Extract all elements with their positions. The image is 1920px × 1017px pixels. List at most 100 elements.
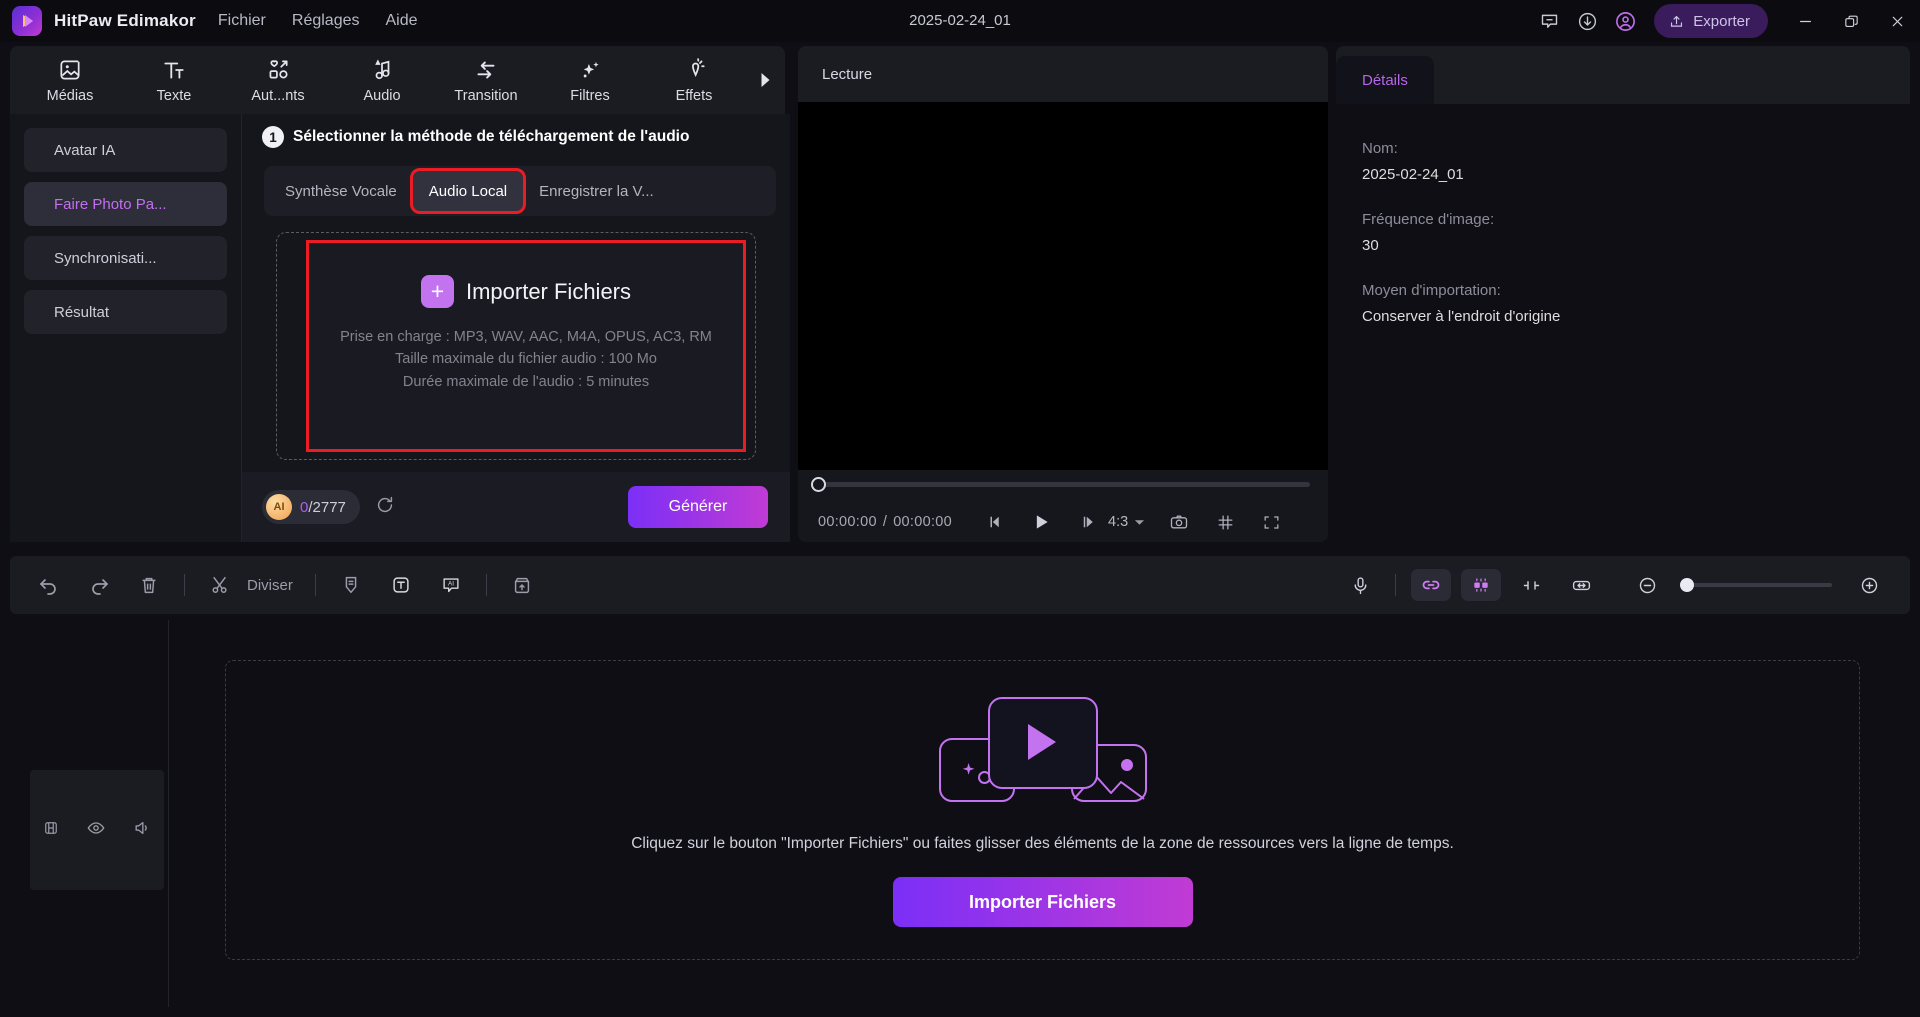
timeline: Cliquez sur le bouton "Importer Fichiers… xyxy=(10,620,1910,1007)
redo-icon[interactable] xyxy=(74,564,124,606)
track-header xyxy=(30,770,164,890)
detail-value-frequence: 30 xyxy=(1362,237,1379,254)
generate-button[interactable]: Générer xyxy=(628,486,768,528)
timeline-divider xyxy=(168,620,169,1007)
zoom-slider-handle[interactable] xyxy=(1680,578,1694,592)
close-icon[interactable] xyxy=(1874,0,1920,42)
sidebar-item-synchronisation[interactable]: Synchronisati... xyxy=(24,236,227,280)
fullscreen-icon[interactable] xyxy=(1254,505,1288,539)
download-icon[interactable] xyxy=(1568,0,1606,42)
toolbar-divider xyxy=(314,574,316,596)
film-lock-icon[interactable] xyxy=(42,819,60,842)
toolbar-divider xyxy=(1395,574,1396,596)
credits-total: 2777 xyxy=(312,498,346,516)
sidebar-item-faire-photo-parler[interactable]: Faire Photo Pa... xyxy=(24,182,227,226)
play-icon[interactable] xyxy=(1024,505,1058,539)
preview-scrubber[interactable] xyxy=(811,477,1310,492)
transition-icon xyxy=(477,60,495,79)
sidebar-item-label: Résultat xyxy=(54,303,110,321)
chevron-down-icon[interactable] xyxy=(1128,505,1150,539)
resource-toolbar: Médias Texte Aut...nts Audio Transition … xyxy=(10,46,785,114)
media-icon xyxy=(60,59,80,80)
zoom-out-icon[interactable] xyxy=(1622,564,1672,606)
detail-value-moyen-importation: Conserver à l'endroit d'origine xyxy=(1362,308,1561,325)
video-stage[interactable] xyxy=(798,102,1328,526)
tool-label: Filtres xyxy=(570,87,610,104)
import-files-row[interactable]: + Importer Fichiers xyxy=(420,275,632,308)
tool-transition[interactable]: Transition xyxy=(434,48,538,112)
tab-enregistrer-voix[interactable]: Enregistrer la V... xyxy=(523,171,670,211)
tool-effets[interactable]: Effets xyxy=(642,48,746,112)
split-label[interactable]: Diviser xyxy=(247,577,293,594)
menu-bar: Fichier Réglages Aide xyxy=(218,12,418,30)
detail-label-frequence: Fréquence d'image: xyxy=(1362,211,1495,228)
tool-label: Transition xyxy=(454,87,518,104)
timeline-drop-message: Cliquez sur le bouton "Importer Fichiers… xyxy=(631,835,1454,852)
feedback-icon[interactable] xyxy=(1530,0,1568,42)
audio-icon xyxy=(375,58,390,79)
grid-icon[interactable] xyxy=(1208,505,1242,539)
tab-audio-local[interactable]: Audio Local xyxy=(409,168,527,214)
sidebar-item-label: Avatar IA xyxy=(54,141,116,159)
volume-icon[interactable] xyxy=(132,818,152,843)
credits-chip: AI 0/2777 xyxy=(262,490,360,524)
edit-toolbar-right xyxy=(1335,564,1894,606)
ai-caption-icon[interactable]: AI xyxy=(426,564,476,606)
menu-item-reglages[interactable]: Réglages xyxy=(292,12,360,30)
maximize-icon[interactable] xyxy=(1828,0,1874,42)
tool-texte[interactable]: Texte xyxy=(122,48,226,112)
text-box-icon[interactable] xyxy=(376,564,426,606)
camera-icon[interactable] xyxy=(1162,505,1196,539)
export-clip-icon[interactable] xyxy=(497,564,547,606)
marker-icon[interactable] xyxy=(326,564,376,606)
trash-icon[interactable] xyxy=(124,564,174,606)
sidebar-item-avatar-ia[interactable]: Avatar IA xyxy=(24,128,227,172)
titlebar-actions: Exporter xyxy=(1530,0,1920,42)
timeline-import-button[interactable]: Importer Fichiers xyxy=(892,877,1193,927)
sidebar-item-label: Synchronisati... xyxy=(54,249,157,267)
scissors-icon[interactable] xyxy=(195,564,245,606)
menu-item-aide[interactable]: Aide xyxy=(386,12,418,30)
tool-filtres[interactable]: Filtres xyxy=(538,48,642,112)
tool-medias[interactable]: Médias xyxy=(18,48,122,112)
tab-synthese-vocale[interactable]: Synthèse Vocale xyxy=(269,171,413,211)
aspect-ratio-label[interactable]: 4:3 xyxy=(1108,514,1128,530)
refresh-icon[interactable] xyxy=(374,494,396,521)
audio-dropzone[interactable]: + Importer Fichiers Prise en charge : MP… xyxy=(306,240,746,452)
tool-autocollants[interactable]: Aut...nts xyxy=(226,48,330,112)
minimize-icon[interactable] xyxy=(1782,0,1828,42)
effects-icon xyxy=(692,57,705,77)
credits-count: 0/2777 xyxy=(300,499,346,516)
preview-controls: 00:00:00 / 00:00:00 4:3 xyxy=(798,470,1328,542)
sidebar-item-resultat[interactable]: Résultat xyxy=(24,290,227,334)
detach-audio-icon[interactable] xyxy=(1461,569,1501,601)
scrubber-handle[interactable] xyxy=(811,477,826,492)
microphone-icon[interactable] xyxy=(1335,564,1385,606)
chevron-right-icon[interactable] xyxy=(754,48,776,112)
export-button[interactable]: Exporter xyxy=(1654,4,1768,38)
toolbar-divider xyxy=(485,574,487,596)
next-frame-icon[interactable] xyxy=(1072,505,1106,539)
total-time: 00:00:00 xyxy=(893,514,953,530)
tool-label: Médias xyxy=(46,87,94,104)
link-clips-icon[interactable] xyxy=(1411,569,1451,601)
menu-item-fichier[interactable]: Fichier xyxy=(218,12,266,30)
fit-width-icon[interactable] xyxy=(1556,564,1606,606)
account-icon[interactable] xyxy=(1606,0,1644,42)
tab-details[interactable]: Détails xyxy=(1336,56,1434,104)
details-fields: Nom: 2025-02-24_01 Fréquence d'image: 30… xyxy=(1336,104,1910,325)
visibility-icon[interactable] xyxy=(86,818,106,843)
audio-method-tabs: Synthèse Vocale Audio Local Enregistrer … xyxy=(264,166,776,216)
tool-audio[interactable]: Audio xyxy=(330,48,434,112)
zoom-slider[interactable] xyxy=(1680,578,1832,592)
previous-frame-icon[interactable] xyxy=(978,505,1012,539)
step-header: 1 Sélectionner la méthode de téléchargem… xyxy=(242,114,790,148)
zoom-in-icon[interactable] xyxy=(1844,564,1894,606)
dropzone-hints: Prise en charge : MP3, WAV, AAC, M4A, OP… xyxy=(340,326,712,393)
timeline-dropzone[interactable]: Cliquez sur le bouton "Importer Fichiers… xyxy=(225,660,1860,960)
import-files-label: Importer Fichiers xyxy=(465,278,632,304)
undo-icon[interactable] xyxy=(24,564,74,606)
crop-icon[interactable] xyxy=(1506,564,1556,606)
current-time: 00:00:00 xyxy=(818,514,877,530)
plus-icon: + xyxy=(420,275,454,308)
